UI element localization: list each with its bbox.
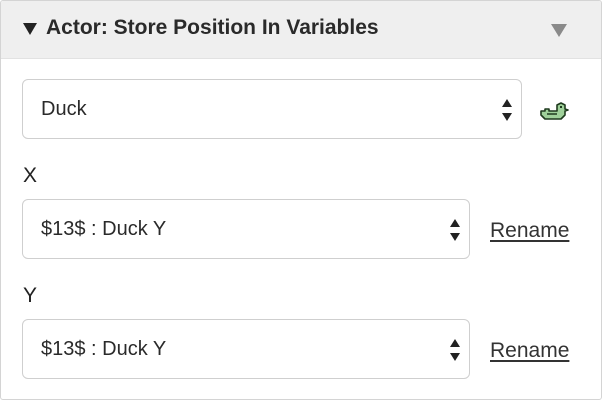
x-variable-select[interactable]: $13$ : Duck Y [22, 199, 470, 259]
duck-sprite-icon[interactable] [539, 99, 569, 123]
collapse-triangle-icon[interactable] [23, 23, 37, 35]
actor-select[interactable]: Duck [22, 79, 522, 139]
x-variable-value: $13$ : Duck Y [41, 218, 167, 240]
actor-select-value: Duck [41, 98, 87, 120]
select-arrows-icon [502, 99, 512, 121]
y-variable-value: $13$ : Duck Y [41, 338, 167, 360]
event-panel: Actor: Store Position In Variables Duck … [0, 0, 602, 400]
panel-title: Actor: Store Position In Variables [46, 16, 379, 39]
menu-dropdown-icon[interactable] [551, 24, 567, 37]
y-variable-select[interactable]: $13$ : Duck Y [22, 319, 470, 379]
y-rename-link[interactable]: Rename [490, 339, 569, 363]
select-arrows-icon [450, 339, 460, 361]
x-rename-link[interactable]: Rename [490, 219, 569, 243]
panel-header[interactable]: Actor: Store Position In Variables [1, 1, 601, 59]
select-arrows-icon [450, 219, 460, 241]
y-field-label: Y [23, 284, 38, 307]
x-field-label: X [23, 164, 38, 187]
